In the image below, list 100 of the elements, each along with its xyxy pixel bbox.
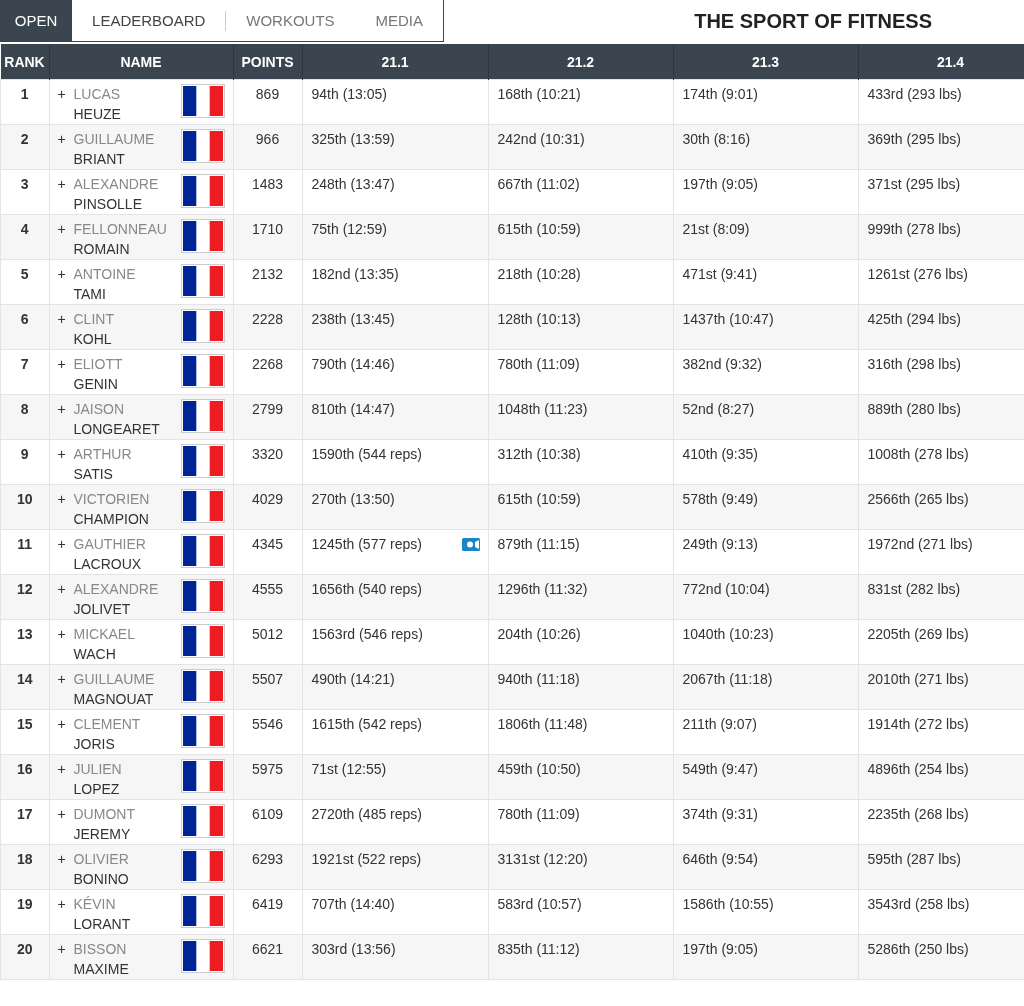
score-text: 667th (11:02)	[497, 176, 580, 192]
expand-button[interactable]: +	[57, 401, 74, 417]
expand-button[interactable]: +	[57, 356, 74, 372]
expand-button[interactable]: +	[57, 311, 74, 327]
expand-button[interactable]: +	[57, 221, 74, 237]
points-cell: 2132	[233, 259, 302, 305]
score-text: 2566th (265 lbs)	[867, 491, 969, 507]
rank-cell: 9	[0, 439, 49, 485]
score-text: 4896th (254 lbs)	[867, 761, 969, 777]
first-name: ALEXANDRE	[73, 580, 160, 599]
last-name: JOLIVET	[73, 600, 132, 619]
score-text: 21st (8:09)	[682, 221, 750, 237]
score-text: 1806th (11:48)	[497, 716, 588, 732]
flag-icon	[180, 489, 225, 523]
flag-icon	[180, 309, 225, 343]
column-header: 21.2	[488, 44, 673, 80]
points-cell: 966	[233, 124, 302, 170]
column-header: RANK	[0, 44, 49, 80]
expand-button[interactable]: +	[57, 131, 74, 147]
points-cell: 869	[233, 79, 302, 125]
expand-button[interactable]: +	[57, 581, 74, 597]
first-name: LUCAS	[73, 85, 122, 104]
score-text: 312th (10:38)	[497, 446, 581, 462]
rank-cell: 14	[0, 664, 49, 710]
score-text: 1040th (10:23)	[682, 626, 774, 642]
score-text: 2010th (271 lbs)	[867, 671, 969, 687]
column-header: 21.1	[302, 44, 488, 80]
score-text: 1972nd (271 lbs)	[867, 536, 973, 552]
first-name: CLINT	[73, 310, 115, 329]
first-name: OLIVIER	[73, 850, 130, 869]
first-name: MICKAEL	[73, 625, 136, 644]
score-text: 71st (12:55)	[311, 761, 387, 777]
expand-button[interactable]: +	[57, 176, 74, 192]
expand-button[interactable]: +	[57, 266, 74, 282]
flag-icon	[180, 759, 225, 793]
points-cell: 5012	[233, 619, 302, 665]
video-camera-icon[interactable]	[461, 538, 480, 551]
score-text: 1048th (11:23)	[497, 401, 588, 417]
expand-button[interactable]: +	[57, 536, 74, 552]
flag-icon	[180, 714, 225, 748]
score-text: 810th (14:47)	[311, 401, 395, 417]
expand-button[interactable]: +	[57, 716, 74, 732]
score-text: 52nd (8:27)	[682, 401, 755, 417]
flag-icon	[180, 129, 225, 163]
rank-cell: 3	[0, 169, 49, 215]
first-name: CLEMENT	[73, 715, 142, 734]
expand-button[interactable]: +	[57, 806, 74, 822]
score-text: 490th (14:21)	[311, 671, 395, 687]
score-text: 425th (294 lbs)	[867, 311, 961, 327]
expand-button[interactable]: +	[57, 86, 74, 102]
flag-icon	[180, 669, 225, 703]
score-text: 780th (11:09)	[497, 356, 580, 372]
column-header: NAME	[49, 44, 233, 80]
expand-button[interactable]: +	[57, 626, 74, 642]
expand-button[interactable]: +	[57, 941, 74, 957]
score-text: 270th (13:50)	[311, 491, 395, 507]
score-text: 218th (10:28)	[497, 266, 581, 282]
score-text: 5286th (250 lbs)	[867, 941, 969, 957]
score-text: 1921st (522 reps)	[311, 851, 422, 867]
expand-button[interactable]: +	[57, 491, 74, 507]
flag-icon	[180, 174, 225, 208]
score-text: 999th (278 lbs)	[867, 221, 961, 237]
score-text: 1656th (540 reps)	[311, 581, 423, 597]
expand-button[interactable]: +	[57, 671, 74, 687]
rank-cell: 16	[0, 754, 49, 800]
expand-button[interactable]: +	[57, 761, 74, 777]
score-text: 790th (14:46)	[311, 356, 395, 372]
last-name: KOHL	[73, 330, 113, 349]
expand-button[interactable]: +	[57, 446, 74, 462]
score-text: 75th (12:59)	[311, 221, 387, 237]
last-name: BRIANT	[73, 150, 126, 169]
first-name: JAISON	[73, 400, 126, 419]
score-text: 433rd (293 lbs)	[867, 86, 962, 102]
score-text: 835th (11:12)	[497, 941, 580, 957]
rank-cell: 11	[0, 529, 49, 575]
last-name: LONGEARET	[73, 420, 161, 439]
score-text: 940th (11:18)	[497, 671, 580, 687]
rank-cell: 20	[0, 934, 49, 980]
nav-tab[interactable]: OPEN	[0, 0, 73, 41]
score-text: 2067th (11:18)	[682, 671, 773, 687]
score-text: 1615th (542 reps)	[311, 716, 423, 732]
column-header: 21.3	[673, 44, 858, 80]
score-text: 3131st (12:20)	[497, 851, 588, 867]
score-text: 879th (11:15)	[497, 536, 580, 552]
rank-cell: 6	[0, 304, 49, 350]
score-text: 1590th (544 reps)	[311, 446, 423, 462]
score-text: 128th (10:13)	[497, 311, 581, 327]
expand-button[interactable]: +	[57, 851, 74, 867]
expand-button[interactable]: +	[57, 896, 74, 912]
score-text: 238th (13:45)	[311, 311, 395, 327]
points-cell: 5507	[233, 664, 302, 710]
score-text: 772nd (10:04)	[682, 581, 770, 597]
rank-cell: 7	[0, 349, 49, 395]
score-text: 1296th (11:32)	[497, 581, 588, 597]
score-text: 707th (14:40)	[311, 896, 395, 912]
points-cell: 2799	[233, 394, 302, 440]
score-text: 168th (10:21)	[497, 86, 581, 102]
points-cell: 1483	[233, 169, 302, 215]
score-text: 369th (295 lbs)	[867, 131, 961, 147]
rank-cell: 1	[0, 79, 49, 125]
